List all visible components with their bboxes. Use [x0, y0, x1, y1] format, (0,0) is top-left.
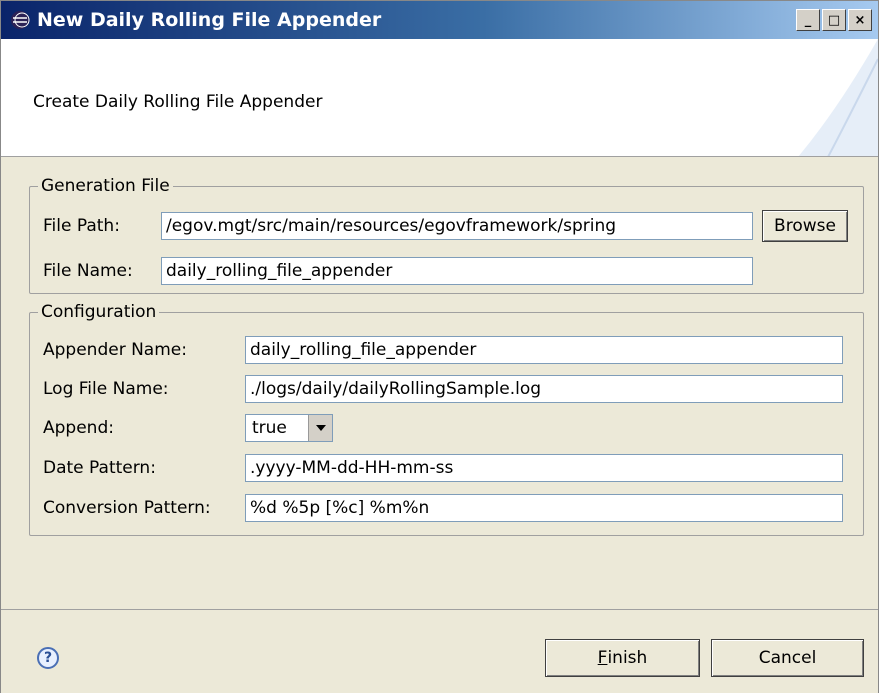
window-controls: _ □ ×: [796, 9, 872, 31]
configuration-legend: Configuration: [41, 302, 157, 322]
conversion-pattern-label: Conversion Pattern:: [43, 498, 211, 518]
date-pattern-label: Date Pattern:: [43, 458, 156, 478]
append-label: Append:: [43, 418, 114, 438]
maximize-button[interactable]: □: [822, 9, 846, 31]
file-name-input[interactable]: daily_rolling_file_appender: [161, 257, 753, 285]
close-button[interactable]: ×: [848, 9, 872, 31]
finish-mnemonic: F: [597, 648, 608, 668]
appender-name-input[interactable]: daily_rolling_file_appender: [245, 336, 843, 364]
file-name-row: File Name: daily_rolling_file_appender: [43, 257, 753, 285]
help-icon[interactable]: ?: [37, 647, 59, 669]
file-path-input[interactable]: /egov.mgt/src/main/resources/egovframewo…: [161, 212, 753, 240]
window-title: New Daily Rolling File Appender: [37, 9, 382, 31]
log-file-name-input[interactable]: ./logs/daily/dailyRollingSample.log: [245, 375, 843, 403]
banner-decoration: [798, 39, 878, 156]
append-selected-value: true: [252, 418, 287, 438]
appender-name-label: Appender Name:: [43, 340, 187, 360]
wizard-banner: Create Daily Rolling File Appender: [1, 39, 878, 157]
dialog-window: New Daily Rolling File Appender _ □ × Cr…: [0, 0, 879, 693]
cancel-button[interactable]: Cancel: [711, 639, 864, 677]
append-select[interactable]: true: [245, 414, 333, 442]
conversion-pattern-row: Conversion Pattern: %d %5p [%c] %m%n: [43, 494, 843, 522]
eclipse-icon: [9, 9, 31, 31]
appender-name-row: Appender Name: daily_rolling_file_append…: [43, 336, 843, 364]
chevron-down-icon[interactable]: [308, 415, 332, 441]
file-path-row: File Path: /egov.mgt/src/main/resources/…: [43, 210, 848, 242]
wizard-heading: Create Daily Rolling File Appender: [33, 92, 323, 112]
finish-label: inish: [607, 648, 648, 668]
minimize-button[interactable]: _: [796, 9, 820, 31]
date-pattern-row: Date Pattern: .yyyy-MM-dd-HH-mm-ss: [43, 454, 843, 482]
log-file-name-row: Log File Name: ./logs/daily/dailyRolling…: [43, 375, 843, 403]
browse-button[interactable]: Browse: [762, 210, 848, 242]
title-bar[interactable]: New Daily Rolling File Appender _ □ ×: [1, 1, 878, 39]
file-path-label: File Path:: [43, 216, 120, 236]
conversion-pattern-input[interactable]: %d %5p [%c] %m%n: [245, 494, 843, 522]
finish-button[interactable]: Finish: [545, 639, 700, 677]
append-row: Append: true: [43, 414, 333, 442]
date-pattern-input[interactable]: .yyyy-MM-dd-HH-mm-ss: [245, 454, 843, 482]
file-name-label: File Name:: [43, 261, 133, 281]
button-bar: ? Finish Cancel: [1, 611, 878, 693]
generation-file-legend: Generation File: [41, 176, 170, 196]
log-file-name-label: Log File Name:: [43, 379, 169, 399]
wizard-body: Generation File File Path: /egov.mgt/src…: [1, 158, 878, 610]
